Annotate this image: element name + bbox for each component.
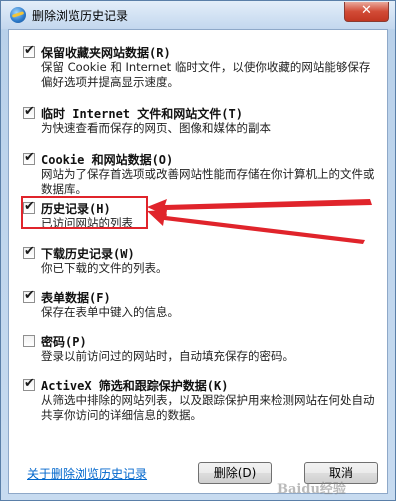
checkmark-icon: ✔: [24, 150, 35, 165]
watermark: Baidu经验: [277, 482, 346, 497]
option-title[interactable]: 下载历史记录(W): [41, 245, 135, 262]
option-description: 为快速查看而保存的网页、图像和媒体的副本: [41, 121, 271, 135]
checkbox-temp-files[interactable]: ✔: [23, 104, 35, 119]
checkbox-activex-tracking[interactable]: ✔: [23, 376, 35, 391]
option-description: 保存在表单中键入的信息。: [41, 305, 179, 319]
option-title[interactable]: 密码(P): [41, 333, 87, 350]
option-title[interactable]: 表单数据(F): [41, 289, 111, 306]
red-arrow-icon: [147, 199, 372, 244]
checkmark-icon: ✔: [24, 244, 35, 259]
checkmark-icon: ✔: [24, 376, 35, 391]
option-description: 登录以前访问过的网站时，自动填充保存的密码。: [41, 349, 294, 363]
delete-history-dialog: 删除浏览历史记录 ✕ ✔ 保留收藏夹网站数据(R) 保留 Cookie 和 In…: [0, 0, 396, 501]
title-bar[interactable]: 删除浏览历史记录 ✕: [1, 1, 395, 29]
checkbox-download-history[interactable]: ✔: [23, 244, 35, 259]
checkbox-form-data[interactable]: ✔: [23, 288, 35, 303]
window-title: 删除浏览历史记录: [32, 9, 129, 23]
option-description: 保留 Cookie 和 Internet 临时文件，以使你收藏的网站能够保存偏好…: [41, 60, 371, 89]
option-title[interactable]: Cookie 和网站数据(O): [41, 151, 173, 168]
option-description: 从筛选中排除的网站列表，以及跟踪保护用来检测网站在何处自动共享你访问的详细信息的…: [41, 393, 375, 422]
option-title[interactable]: 保留收藏夹网站数据(R): [41, 44, 171, 61]
about-delete-history-link[interactable]: 关于删除浏览历史记录: [27, 465, 147, 482]
checkmark-icon: ✔: [24, 104, 35, 119]
option-description: 你已下载的文件的列表。: [41, 261, 168, 275]
delete-button[interactable]: 删除(D): [198, 462, 272, 484]
checkbox-passwords[interactable]: [23, 335, 35, 347]
checkbox-cookies[interactable]: ✔: [23, 150, 35, 165]
internet-explorer-icon: [10, 7, 26, 23]
history-highlight-box: [21, 196, 148, 229]
dialog-content: ✔ 保留收藏夹网站数据(R) 保留 Cookie 和 Internet 临时文件…: [8, 29, 388, 497]
option-description: 网站为了保存首选项或改善网站性能而存储在你计算机上的文件或数据库。: [41, 167, 375, 196]
checkmark-icon: ✔: [24, 43, 35, 58]
checkbox-preserve-favorites[interactable]: ✔: [23, 43, 35, 58]
close-button[interactable]: ✕: [344, 2, 389, 22]
option-title[interactable]: 临时 Internet 文件和网站文件(T): [41, 105, 243, 122]
option-title[interactable]: ActiveX 筛选和跟踪保护数据(K): [41, 377, 228, 394]
checkmark-icon: ✔: [24, 288, 35, 303]
